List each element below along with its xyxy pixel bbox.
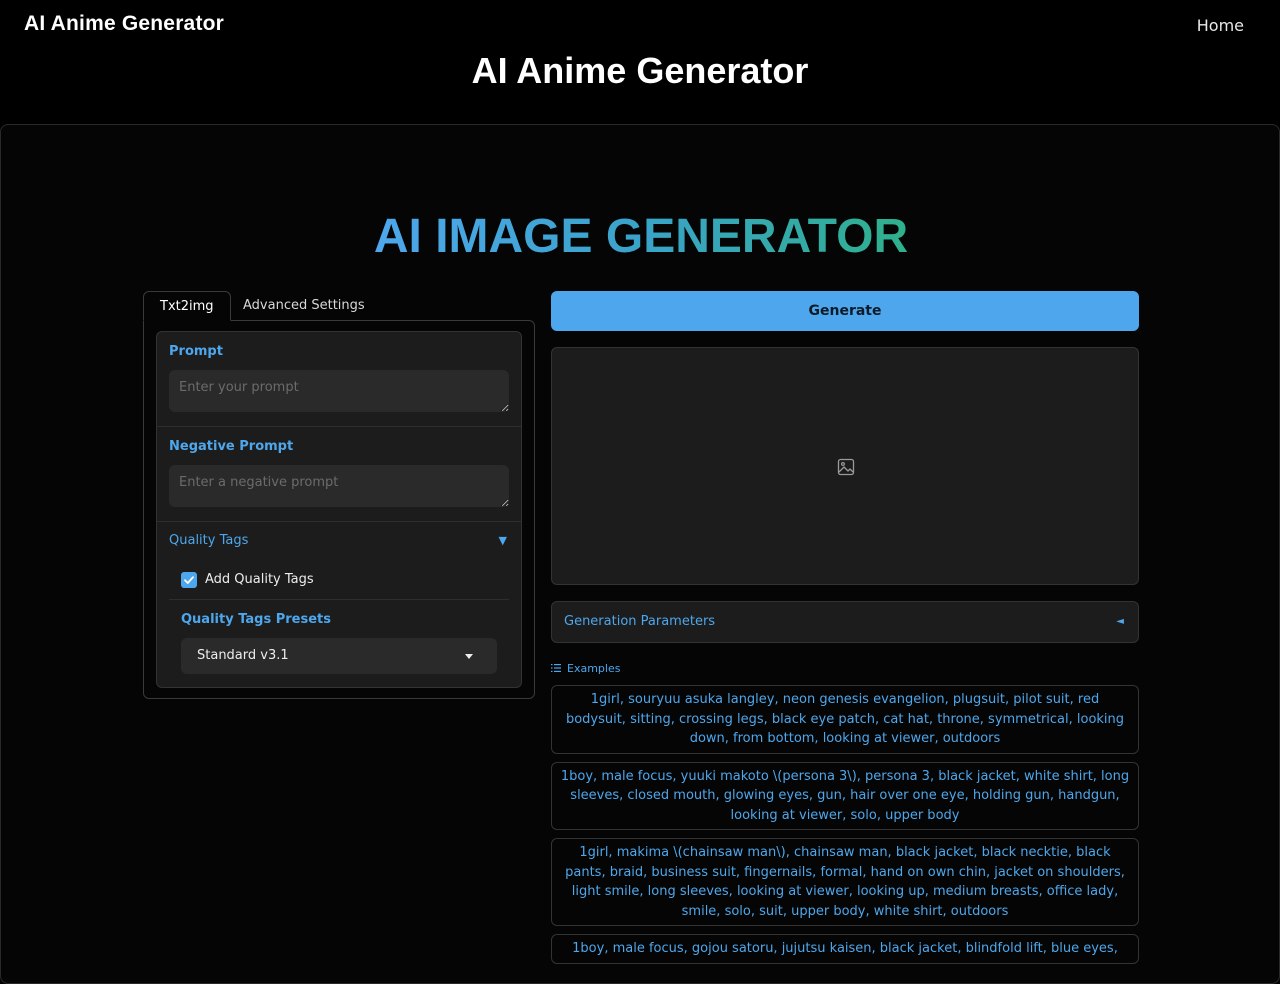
examples-list: 1girl, souryuu asuka langley, neon genes… — [551, 685, 1139, 964]
add-quality-tags-row: Add Quality Tags — [169, 560, 509, 600]
hero-title: AI IMAGE GENERATOR — [1, 209, 1280, 264]
negative-prompt-block: Negative Prompt — [157, 427, 521, 522]
brand-title[interactable]: AI Anime Generator — [24, 12, 224, 36]
quality-tags-accordion[interactable]: Quality Tags ▼ — [157, 522, 521, 560]
quality-tags-presets-value: Standard v3.1 — [197, 648, 289, 663]
checkmark-icon — [184, 575, 194, 584]
chevron-down-icon — [465, 654, 473, 659]
tab-bar: Txt2img Advanced Settings — [143, 291, 535, 321]
prompt-input[interactable] — [169, 370, 509, 412]
quality-tags-presets-block: Quality Tags Presets Standard v3.1 — [157, 600, 521, 674]
list-icon — [551, 664, 561, 672]
generation-parameters-label: Generation Parameters — [564, 614, 716, 629]
tab-advanced-settings[interactable]: Advanced Settings — [227, 291, 381, 321]
generate-button[interactable]: Generate — [551, 291, 1139, 331]
tab-txt2img[interactable]: Txt2img — [143, 291, 231, 321]
prompt-label: Prompt — [169, 344, 223, 359]
examples-label: Examples — [567, 661, 621, 675]
add-quality-tags-checkbox[interactable] — [181, 571, 197, 588]
negative-prompt-label: Negative Prompt — [169, 439, 294, 454]
example-item[interactable]: 1boy, male focus, yuuki makoto \(persona… — [551, 761, 1139, 830]
triangle-down-icon: ▼ — [498, 534, 507, 547]
example-item[interactable]: 1girl, makima \(chainsaw man\), chainsaw… — [551, 838, 1139, 926]
page-title: AI Anime Generator — [471, 50, 809, 91]
app-frame: AI IMAGE GENERATOR Txt2img Advanced Sett… — [0, 124, 1280, 984]
output-column: Generate Generation Parameters ◄ Example… — [551, 291, 1139, 964]
example-item[interactable]: 1boy, male focus, gojou satoru, jujutsu … — [551, 934, 1139, 964]
quality-tags-presets-select[interactable]: Standard v3.1 — [181, 638, 497, 674]
output-image-area — [551, 347, 1139, 585]
settings-column: Txt2img Advanced Settings Prompt Negativ… — [143, 291, 535, 699]
generation-parameters-accordion[interactable]: Generation Parameters ◄ — [551, 601, 1139, 643]
negative-prompt-input[interactable] — [169, 465, 509, 507]
top-nav: AI Anime Generator Home — [0, 0, 1280, 52]
prompt-block: Prompt — [157, 332, 521, 427]
home-link[interactable]: Home — [1197, 16, 1244, 35]
examples-header: Examples — [551, 659, 1139, 677]
settings-card: Prompt Negative Prompt Quality Tags ▼ — [156, 331, 522, 688]
add-quality-tags-label: Add Quality Tags — [205, 572, 314, 587]
hero-title-text: AI IMAGE GENERATOR — [373, 210, 909, 263]
triangle-left-icon: ◄ — [1116, 616, 1124, 627]
tab-panel-txt2img: Prompt Negative Prompt Quality Tags ▼ — [143, 320, 535, 699]
example-item[interactable]: 1girl, souryuu asuka langley, neon genes… — [551, 685, 1139, 754]
image-icon — [837, 458, 855, 476]
quality-tags-presets-label: Quality Tags Presets — [181, 612, 332, 627]
quality-tags-label: Quality Tags — [169, 533, 249, 548]
